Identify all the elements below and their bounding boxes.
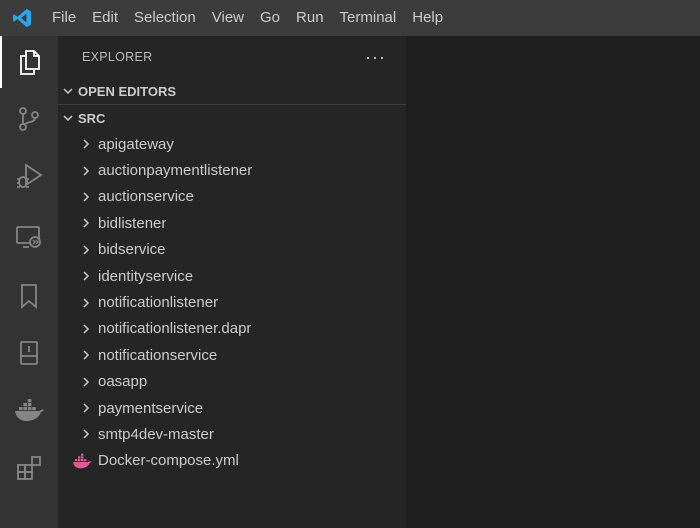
file-tree: apigateway auctionpaymentlistener auctio… [58, 131, 406, 474]
extensions-button[interactable] [0, 442, 58, 494]
chevron-right-icon [83, 218, 90, 228]
menu-file[interactable]: File [44, 0, 84, 36]
chevron-down-icon [63, 88, 73, 95]
folder-item[interactable]: notificationlistener [58, 289, 406, 315]
folder-label: identityservice [98, 267, 194, 285]
folder-item[interactable]: smtp4dev-master [58, 421, 406, 447]
chevron-right-icon [83, 271, 90, 281]
folder-item[interactable]: oasapp [58, 369, 406, 395]
folder-label: apigateway [98, 135, 174, 153]
open-editors-label: OPEN EDITORS [78, 83, 177, 99]
menu-selection[interactable]: Selection [126, 0, 204, 36]
chevron-right-icon [83, 245, 90, 255]
menu-bar: File Edit Selection View Go Run Terminal… [44, 0, 451, 36]
explorer-title: EXPLORER [82, 50, 153, 64]
book-icon [20, 341, 38, 365]
src-folder-label: SRC [78, 110, 106, 126]
remote-explorer-button[interactable] [0, 211, 58, 263]
folder-item[interactable]: auctionpaymentlistener [58, 157, 406, 183]
run-debug-icon [17, 163, 43, 188]
vscode-logo-icon [0, 0, 44, 36]
folder-label: notificationlistener.dapr [98, 320, 252, 338]
chevron-right-icon [83, 403, 90, 413]
folder-item[interactable]: apigateway [58, 131, 406, 157]
folder-item[interactable]: bidlistener [58, 210, 406, 236]
explorer-button[interactable] [0, 36, 58, 88]
explorer-header: EXPLORER ··· [58, 36, 406, 78]
run-debug-button[interactable] [0, 150, 58, 202]
chevron-right-icon [83, 350, 90, 360]
folder-item[interactable]: notificationservice [58, 342, 406, 368]
book-button[interactable] [0, 327, 58, 379]
folder-label: paymentservice [98, 399, 204, 417]
more-actions-icon[interactable]: ··· [365, 48, 386, 66]
chevron-right-icon [83, 377, 90, 387]
file-item[interactable]: Docker-compose.yml [58, 448, 406, 474]
chevron-right-icon [83, 139, 90, 149]
source-control-button[interactable] [0, 93, 58, 145]
folder-label: auctionpaymentlistener [98, 162, 253, 180]
chevron-right-icon [83, 166, 90, 176]
folder-label: bidlistener [98, 214, 167, 232]
folder-label: smtp4dev-master [98, 425, 214, 443]
files-icon [20, 50, 40, 75]
editor-area[interactable] [406, 36, 700, 528]
chevron-right-icon [83, 298, 90, 308]
extensions-icon [17, 456, 41, 480]
chevron-right-icon [83, 429, 90, 440]
menu-terminal[interactable]: Terminal [332, 0, 405, 36]
file-label: Docker-compose.yml [98, 452, 239, 470]
folder-label: notificationservice [98, 346, 218, 364]
title-bar: File Edit Selection View Go Run Terminal… [0, 0, 700, 36]
docker-button[interactable] [0, 384, 58, 436]
folder-item[interactable]: auctionservice [58, 184, 406, 210]
folder-label: bidservice [98, 241, 166, 259]
bookmarks-button[interactable] [0, 270, 58, 322]
src-folder-section[interactable]: SRC [58, 105, 406, 131]
chevron-down-icon [63, 115, 73, 122]
activity-bar [0, 36, 58, 528]
folder-label: notificationlistener [98, 294, 219, 312]
open-editors-section[interactable]: OPEN EDITORS [58, 78, 406, 104]
folder-label: oasapp [98, 373, 148, 391]
folder-item[interactable]: bidservice [58, 237, 406, 263]
folder-item[interactable]: identityservice [58, 263, 406, 289]
menu-edit[interactable]: Edit [84, 0, 126, 36]
folder-label: auctionservice [98, 188, 194, 206]
menu-run[interactable]: Run [288, 0, 332, 36]
chevron-right-icon [83, 324, 90, 334]
folder-item[interactable]: notificationlistener.dapr [58, 316, 406, 342]
menu-go[interactable]: Go [252, 0, 288, 36]
chevron-right-icon [83, 192, 90, 202]
source-control-icon [19, 107, 39, 131]
menu-view[interactable]: View [204, 0, 252, 36]
menu-help[interactable]: Help [404, 0, 451, 36]
docker-icon [15, 399, 44, 421]
explorer-sidebar: EXPLORER ··· OPEN EDITORS SRC apigateway… [58, 36, 406, 528]
bookmarks-icon [21, 284, 37, 309]
docker-file-icon [73, 453, 92, 469]
remote-explorer-icon [16, 226, 41, 248]
folder-item[interactable]: paymentservice [58, 395, 406, 421]
